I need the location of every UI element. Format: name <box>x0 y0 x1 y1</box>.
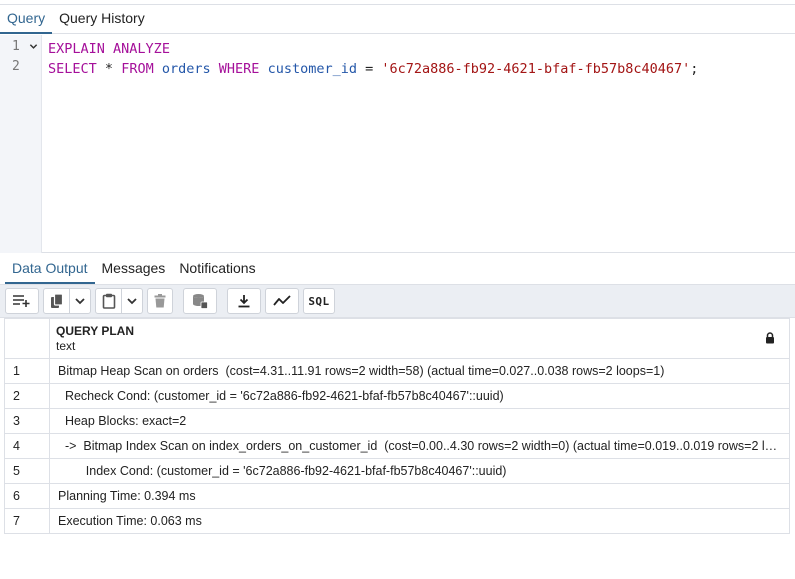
paste-icon <box>102 293 115 309</box>
query-tool-tabs: Query Query History <box>0 4 795 34</box>
query-plan-cell[interactable]: Recheck Cond: (customer_id = '6c72a886-f… <box>49 383 790 409</box>
header-row: QUERY PLAN text <box>4 318 790 359</box>
line-number: 1 <box>12 39 20 54</box>
editor-gutter: 1 2 <box>0 35 42 253</box>
semicolon: ; <box>690 61 699 77</box>
table-row[interactable]: 4 -> Bitmap Index Scan on index_orders_o… <box>4 433 790 459</box>
keyword: ANALYZE <box>113 41 170 57</box>
copy-button[interactable] <box>44 289 70 313</box>
paste-button-group <box>95 288 143 314</box>
copy-icon <box>50 293 63 308</box>
copy-options-dropdown[interactable] <box>70 289 90 313</box>
chevron-down-icon <box>127 298 137 305</box>
table-row[interactable]: 6 Planning Time: 0.394 ms <box>4 483 790 509</box>
data-output-toolbar: SQL <box>0 284 795 318</box>
download-icon <box>238 295 250 308</box>
row-number-header[interactable] <box>4 318 50 359</box>
chevron-down-icon <box>75 298 85 305</box>
delete-button[interactable] <box>147 288 173 314</box>
graph-visualiser-button[interactable] <box>265 288 299 314</box>
column-type: text <box>56 338 76 353</box>
save-data-icon <box>193 294 208 309</box>
column-name: QUERY PLAN <box>56 323 135 338</box>
table-row[interactable]: 5 Index Cond: (customer_id = '6c72a886-f… <box>4 458 790 484</box>
table-row[interactable]: 7 Execution Time: 0.063 ms <box>4 508 790 534</box>
paste-button[interactable] <box>96 289 122 313</box>
row-number[interactable]: 2 <box>4 383 50 409</box>
keyword: EXPLAIN <box>48 41 105 57</box>
download-button[interactable] <box>227 288 261 314</box>
fold-chevron-icon[interactable] <box>29 42 38 51</box>
identifier: customer_id <box>267 61 357 77</box>
query-plan-cell[interactable]: Bitmap Heap Scan on orders (cost=4.31..1… <box>49 358 790 384</box>
code-line-1: EXPLAIN ANALYZE <box>48 39 698 59</box>
string-literal: '6c72a886-fb92-4621-bfaf-fb57b8c40467' <box>381 61 691 77</box>
results-grid: QUERY PLAN text 1 Bitmap Heap Scan on or… <box>4 318 795 534</box>
table-row[interactable]: 2 Recheck Cond: (customer_id = '6c72a886… <box>4 383 790 409</box>
tab-messages[interactable]: Messages <box>95 254 173 284</box>
add-row-icon <box>13 295 30 307</box>
code-content[interactable]: EXPLAIN ANALYZE SELECT * FROM orders WHER… <box>48 39 698 79</box>
operator: * <box>104 61 114 77</box>
sql-editor[interactable]: 1 2 EXPLAIN ANALYZE SELECT * FROM orders … <box>0 35 795 253</box>
row-number[interactable]: 5 <box>4 458 50 484</box>
query-plan-cell[interactable]: Heap Blocks: exact=2 <box>49 408 790 434</box>
keyword: SELECT <box>48 61 97 77</box>
table-row[interactable]: 1 Bitmap Heap Scan on orders (cost=4.31.… <box>4 358 790 384</box>
results-table: QUERY PLAN text 1 Bitmap Heap Scan on or… <box>4 318 790 534</box>
table-row[interactable]: 3 Heap Blocks: exact=2 <box>4 408 790 434</box>
line-number: 2 <box>12 59 20 74</box>
column-header-query-plan[interactable]: QUERY PLAN text <box>49 318 790 359</box>
query-plan-cell[interactable]: Index Cond: (customer_id = '6c72a886-fb9… <box>49 458 790 484</box>
add-row-button[interactable] <box>5 288 39 314</box>
code-line-2: SELECT * FROM orders WHERE customer_id =… <box>48 59 698 79</box>
save-data-button[interactable] <box>183 288 217 314</box>
query-plan-cell[interactable]: Execution Time: 0.063 ms <box>49 508 790 534</box>
operator: = <box>365 61 374 77</box>
row-number[interactable]: 4 <box>4 433 50 459</box>
row-number[interactable]: 6 <box>4 483 50 509</box>
row-number[interactable]: 7 <box>4 508 50 534</box>
query-plan-cell[interactable]: -> Bitmap Index Scan on index_orders_on_… <box>49 433 790 459</box>
tab-query[interactable]: Query <box>0 5 53 34</box>
identifier: orders <box>161 61 211 77</box>
keyword: WHERE <box>218 61 260 77</box>
tab-query-history[interactable]: Query History <box>52 5 152 34</box>
sql-button[interactable]: SQL <box>303 288 335 314</box>
delete-icon <box>154 294 166 308</box>
row-number[interactable]: 1 <box>4 358 50 384</box>
tab-notifications[interactable]: Notifications <box>172 254 262 284</box>
tab-data-output[interactable]: Data Output <box>5 254 95 284</box>
lock-icon <box>766 332 774 344</box>
result-tabs: Data Output Messages Notifications <box>0 254 795 284</box>
row-number[interactable]: 3 <box>4 408 50 434</box>
sql-icon: SQL <box>308 294 330 308</box>
graph-icon <box>273 295 291 306</box>
keyword: FROM <box>121 61 154 77</box>
paste-options-dropdown[interactable] <box>122 289 142 313</box>
copy-button-group <box>43 288 91 314</box>
query-plan-cell[interactable]: Planning Time: 0.394 ms <box>49 483 790 509</box>
